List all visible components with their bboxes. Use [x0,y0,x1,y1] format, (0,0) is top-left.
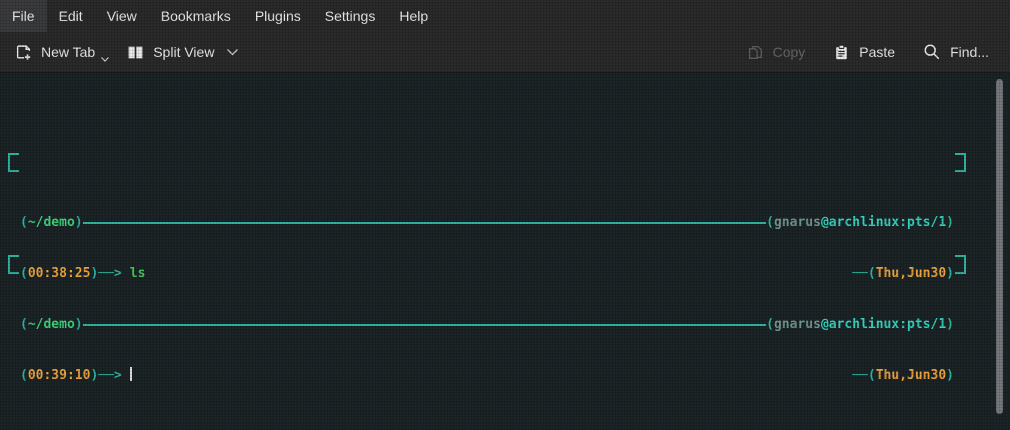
menu-edit[interactable]: Edit [47,0,95,32]
menu-bookmarks[interactable]: Bookmarks [149,0,243,32]
menu-bar: File Edit View Bookmarks Plugins Setting… [0,0,1010,32]
prompt-line-top: (~/demo)(gnarus @ archlinux:pts/1) [8,316,966,333]
terminal-viewport[interactable]: (~/demo)(gnarus @ archlinux:pts/1) (00:38:… [0,72,1010,430]
prompt-line-top: (~/demo)(gnarus @ archlinux:pts/1) [8,214,966,231]
prompt-block: (~/demo)(gnarus @ archlinux:pts/1) (00:39:… [8,248,966,383]
paste-label: Paste [859,44,896,60]
prompt-fill-line [82,221,767,224]
paste-icon [833,44,850,61]
menu-file[interactable]: File [0,0,47,32]
find-button[interactable]: Find... [914,35,998,69]
new-tab-button[interactable]: New Tab [6,35,118,69]
paren: ) [946,368,954,383]
paste-button[interactable]: Paste [824,35,904,69]
paren: ) [946,215,954,230]
menu-plugins[interactable]: Plugins [243,0,313,32]
menu-help[interactable]: Help [387,0,440,32]
menu-view[interactable]: View [95,0,149,32]
prompt-fill-line [82,323,767,326]
prompt-block: (~/demo)(gnarus @ archlinux:pts/1) (00:38:… [8,146,966,281]
hostname-tty: archlinux:pts/1 [828,317,947,332]
paren: ) [74,317,83,332]
cwd-path: ~/demo [27,215,75,230]
toolbar: New Tab Split View Copy Paste Find... [0,32,1010,72]
paren: ( [20,317,28,332]
search-icon [923,43,941,61]
new-tab-label: New Tab [41,44,96,60]
split-view-icon [127,44,144,61]
at-sign: @ [820,317,829,332]
prompt-bracket-left-icon [8,255,19,274]
paren: ( [766,317,774,332]
paren: ( [867,368,876,383]
username: gnarus [773,215,821,230]
paren: ) [74,215,83,230]
prompt-bracket-right-icon [955,255,966,274]
date-dash: ── [852,368,868,383]
menu-settings[interactable]: Settings [313,0,388,32]
split-view-button[interactable]: Split View [118,35,247,69]
prompt-arrow: ──> [98,368,122,383]
paren: ) [946,317,954,332]
hostname-tty: archlinux:pts/1 [828,215,947,230]
prompt-time: 00:39:10 [27,368,91,383]
paren: ( [766,215,774,230]
prompt-bracket-left-icon [8,153,19,172]
new-tab-chevron-down-icon[interactable] [101,56,110,62]
prompt-bracket-right-icon [955,153,966,172]
split-view-label: Split View [153,44,215,60]
copy-button[interactable]: Copy [738,35,815,69]
find-label: Find... [950,44,989,60]
prompt-spacer [132,367,852,384]
new-tab-icon [15,44,32,61]
prompt-line-bottom: (00:39:10) ──> ──(Thu,Jun30) [8,367,966,384]
scrollbar-thumb[interactable] [996,79,1003,414]
paren: ( [20,215,28,230]
split-view-chevron-down-icon[interactable] [227,48,239,56]
copy-icon [747,44,764,61]
at-sign: @ [820,215,829,230]
copy-label: Copy [772,44,806,60]
paren: ( [20,368,28,383]
prompt-date: Thu,Jun30 [875,368,947,383]
cwd-path: ~/demo [27,317,75,332]
username: gnarus [773,317,821,332]
